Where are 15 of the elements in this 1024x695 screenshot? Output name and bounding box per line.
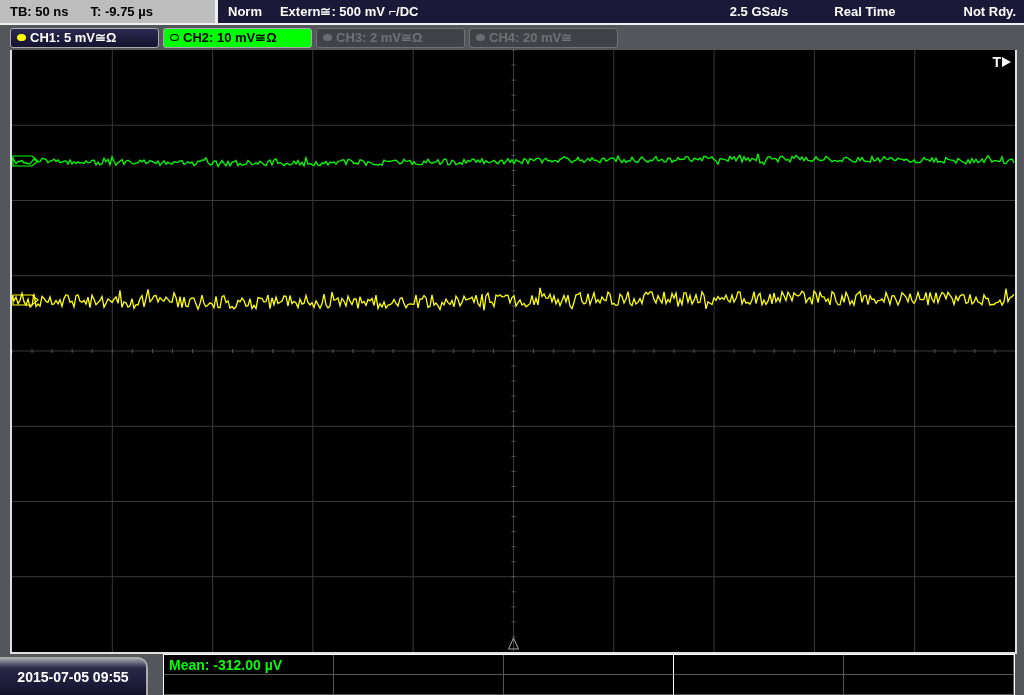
sample-rate-label: 2.5 GSa/s <box>729 4 789 19</box>
acquisition-state-label: Not Rdy. <box>963 4 1016 19</box>
measurement-value: Mean: -312.00 µV <box>169 656 283 673</box>
channel-tab[interactable]: CH2: 10 mV≅Ω <box>163 27 312 48</box>
trigger-arrow-icon <box>1002 57 1011 67</box>
channel-tab[interactable]: CH1: 5 mV≅Ω <box>10 27 159 48</box>
trigger-mode-label: Norm <box>228 4 262 19</box>
channel-marker-icon[interactable] <box>12 155 39 167</box>
trigger-source-label: Extern≅: 500 mV ⌐/DC <box>279 4 419 19</box>
trigger-position-icon[interactable] <box>508 637 519 650</box>
acquisition-mode-label: Real Time <box>834 4 896 19</box>
trigger-label: T <box>992 54 1001 70</box>
trigger-time-label: T: -9.75 µs <box>90 4 153 19</box>
date-time-label: 2015-07-05 09:55 <box>17 669 129 685</box>
timebase-label: TB: 50 ns <box>10 4 69 19</box>
